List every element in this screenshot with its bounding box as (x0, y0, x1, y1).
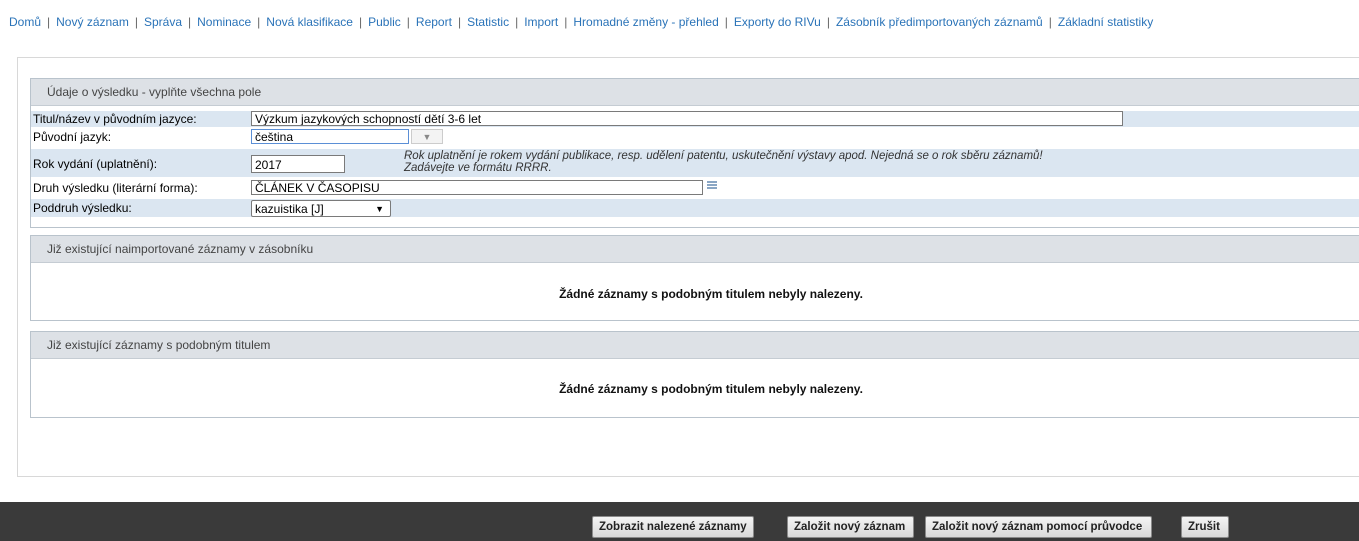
title-label: Titul/název v původním jazyce: (33, 112, 197, 126)
nav-new-record[interactable]: Nový záznam (56, 15, 129, 29)
language-label: Původní jazyk: (33, 130, 112, 144)
year-hint: Rok uplatnění je rokem vydání publikace,… (404, 150, 1043, 174)
title-input[interactable]: Výzkum jazykových schopností dětí 3-6 le… (251, 111, 1123, 126)
subtype-select[interactable]: kazuistika [J] ▼ (251, 200, 391, 217)
nav-separator: | (515, 15, 519, 29)
section-header: Údaje o výsledku - vyplňte všechna pole (31, 79, 1359, 106)
kind-input[interactable]: ČLÁNEK V ČASOPISU (251, 180, 703, 195)
year-label: Rok vydání (uplatnění): (33, 157, 158, 171)
list-icon[interactable] (706, 179, 718, 191)
nav-statistic[interactable]: Statistic (467, 15, 509, 29)
cancel-button[interactable]: Zrušit (1181, 516, 1229, 538)
nav-bulk-changes[interactable]: Hromadné změny - přehled (573, 15, 718, 29)
nav-separator: | (826, 15, 830, 29)
nav-separator: | (1048, 15, 1052, 29)
nav-admin[interactable]: Správa (144, 15, 182, 29)
nav-links: Domů | Nový záznam | Správa | Nominace | Nová kl… (9, 15, 1153, 29)
create-new-record-button[interactable]: Založit nový záznam (787, 516, 914, 538)
nav-separator: | (134, 15, 138, 29)
nav-riv-exports[interactable]: Exporty do RIVu (734, 15, 821, 29)
subtype-label: Poddruh výsledku: (33, 201, 132, 215)
nav-public[interactable]: Public (368, 15, 401, 29)
nav-home[interactable]: Domů (9, 15, 41, 29)
nav-report[interactable]: Report (416, 15, 452, 29)
section-header: Již existující záznamy s podobným titule… (31, 332, 1359, 359)
nav-separator: | (257, 15, 261, 29)
nav-import[interactable]: Import (524, 15, 558, 29)
language-row: Původní jazyk: čeština ▼ (31, 129, 1359, 145)
nav-separator: | (406, 15, 410, 29)
result-data-section: Údaje o výsledku - vyplňte všechna pole … (30, 78, 1359, 228)
title-row: Titul/název v původním jazyce: Výzkum ja… (31, 111, 1359, 127)
language-input[interactable]: čeština (251, 129, 409, 144)
subtype-selected-value: kazuistika [J] (255, 202, 324, 216)
year-row: Rok vydání (uplatnění): 2017 Rok uplatně… (31, 149, 1359, 177)
section-header: Již existující naimportované záznamy v z… (31, 236, 1359, 263)
empty-message: Žádné záznamy s podobným titulem nebyly … (559, 382, 863, 396)
preimport-stack-section: Již existující naimportované záznamy v z… (30, 235, 1359, 321)
language-dropdown-button[interactable]: ▼ (411, 129, 443, 144)
nav-separator: | (47, 15, 51, 29)
nav-separator: | (724, 15, 728, 29)
year-hint-line-1: Rok uplatnění je rokem vydání publikace,… (404, 150, 1043, 162)
nav-preimport-stack[interactable]: Zásobník předimportovaných záznamů (836, 15, 1043, 29)
year-input[interactable]: 2017 (251, 155, 345, 173)
chevron-down-icon: ▼ (375, 204, 384, 214)
kind-row: Druh výsledku (literární forma): ČLÁNEK … (31, 179, 1359, 197)
year-hint-line-2: Zadávejte ve formátu RRRR. (404, 162, 552, 174)
nav-separator: | (188, 15, 192, 29)
nav-nomination[interactable]: Nominace (197, 15, 251, 29)
subtype-row: Poddruh výsledku: kazuistika [J] ▼ (31, 199, 1359, 217)
chevron-down-icon: ▼ (422, 132, 432, 142)
similar-records-section: Již existující záznamy s podobným titule… (30, 331, 1359, 418)
kind-label: Druh výsledku (literární forma): (33, 181, 198, 195)
create-with-wizard-button[interactable]: Založit nový záznam pomocí průvodce (925, 516, 1152, 538)
nav-separator: | (564, 15, 568, 29)
nav-basic-statistics[interactable]: Základní statistiky (1058, 15, 1153, 29)
show-found-records-button[interactable]: Zobrazit nalezené záznamy (592, 516, 754, 538)
nav-separator: | (457, 15, 462, 29)
empty-message: Žádné záznamy s podobným titulem nebyly … (559, 287, 863, 301)
footer-bar: Zobrazit nalezené záznamy Založit nový z… (0, 502, 1359, 541)
top-navigation: Domů | Nový záznam | Správa | Nominace | Nová kl… (0, 0, 1359, 44)
nav-new-classification[interactable]: Nová klasifikace (266, 15, 353, 29)
nav-separator: | (358, 15, 363, 29)
